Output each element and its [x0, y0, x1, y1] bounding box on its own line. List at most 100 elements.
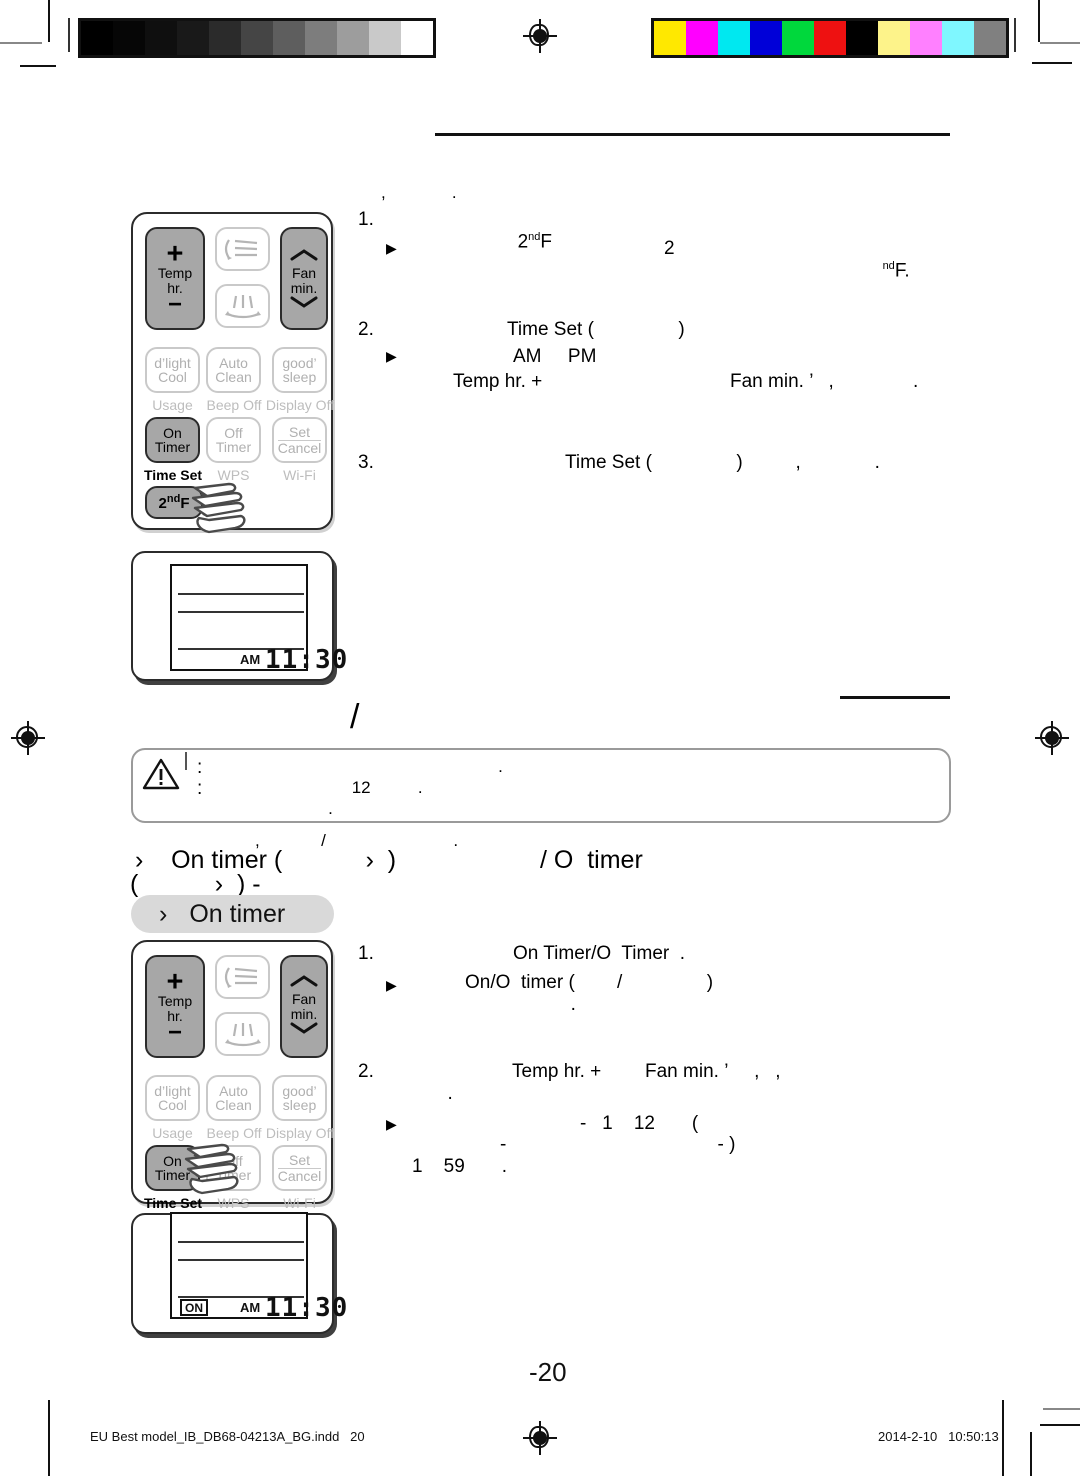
- bottom-step2-bullet-line2: - - ): [500, 1134, 736, 1155]
- remote-usage-label-2: Usage: [152, 1125, 193, 1141]
- auto-label-line1: Auto: [219, 354, 248, 371]
- remote-beep-off-label-2: Beep Off: [206, 1125, 262, 1141]
- bottom-step2-bullet-arrow: ▶: [386, 1116, 397, 1132]
- remote-usage-label: Usage: [152, 397, 193, 413]
- off-timer-label-line2-2: Timer: [215, 1167, 252, 1183]
- crop-mark-top-right-horizontal-2: [1032, 62, 1072, 64]
- top-step2-text: Time Set ( ): [507, 319, 685, 340]
- dlight-label-line2: Cool: [158, 369, 187, 385]
- remote-swing-vertical-button[interactable]: [215, 227, 270, 271]
- remote-time-set-label-2: Time Set: [143, 1195, 203, 1211]
- temp-label-line1-2: Temp: [157, 993, 193, 1010]
- remote-control-illustration-bottom: + Temp hr. − Fan min. d’light Cool Usage…: [131, 940, 334, 1210]
- remote-wps-label-2: WPS: [217, 1195, 250, 1211]
- bottom-step1-text: On Timer/O Timer .: [513, 943, 686, 964]
- good-label-line1-2: good’: [282, 1082, 317, 1099]
- section-heading-on-timer: › On timer: [131, 895, 334, 933]
- fan-down-chevron-icon: [289, 295, 319, 313]
- fan-up-chevron-icon: [289, 244, 319, 266]
- remote-swing-vertical-button-2[interactable]: [215, 955, 270, 999]
- fan-label-line2: min.: [290, 279, 318, 296]
- chip-arrow-icon: ›: [159, 899, 168, 928]
- good-label-line2: sleep: [282, 369, 317, 385]
- bottom-step2-number: 2.: [358, 1061, 374, 1082]
- remote-second-f-button[interactable]: 2ndF: [145, 486, 203, 519]
- remote-swing-horizontal-button-2[interactable]: [215, 1012, 270, 1056]
- remote-control-illustration-top: + Temp hr. − Fan min. d’light Cool Usage…: [131, 212, 334, 534]
- color-calibration-bar: [651, 18, 1009, 58]
- remote-auto-clean-button[interactable]: Auto Clean: [206, 347, 261, 393]
- second-f-label: 2ndF: [158, 492, 190, 512]
- crop-mark-top-left-horizontal-2: [20, 65, 56, 67]
- lcd-on-indicator-badge: ON: [180, 1299, 208, 1316]
- bottom-step2-bullet-line3: 1 59 .: [412, 1156, 508, 1177]
- lcd-time-value-top: 11:30: [265, 645, 349, 675]
- crop-mark-top-right-vertical: [1038, 0, 1040, 42]
- on-timer-label-line1: On: [163, 424, 182, 441]
- remote-good-sleep-button[interactable]: good’ sleep: [272, 347, 327, 393]
- remote-fan-button-2[interactable]: Fan min.: [280, 955, 328, 1058]
- remote-dlight-cool-button[interactable]: d’light Cool: [145, 347, 200, 393]
- remote-swing-horizontal-button[interactable]: [215, 284, 270, 328]
- page-number: -20: [529, 1357, 567, 1387]
- swing-vertical-icon-2: [224, 967, 257, 988]
- remote-beep-off-label: Beep Off: [206, 397, 262, 413]
- on-timer-label-line2-2: Timer: [154, 1167, 191, 1183]
- swing-horizontal-icon: [224, 295, 261, 319]
- remote-auto-clean-button-2[interactable]: Auto Clean: [206, 1075, 261, 1121]
- registration-mark-top-center: [523, 19, 557, 53]
- cancel-label: Cancel: [277, 439, 322, 456]
- crop-mark-top-left-vertical: [48, 0, 50, 42]
- temp-label-line1: Temp: [157, 265, 193, 282]
- temp-minus-label: −: [167, 290, 182, 318]
- remote-set-cancel-button-2[interactable]: Set Cancel: [272, 1145, 327, 1191]
- top-step1-text: 2ndF: [517, 231, 552, 253]
- caution-bullet-1: :: [197, 757, 203, 778]
- lcd-screen-bottom: ON AM 11:30: [170, 1212, 347, 1323]
- fan-label-line1: Fan: [291, 265, 317, 282]
- temp-plus-label: +: [166, 238, 184, 271]
- bottom-step2-right: Fan min. ’ , ,: [645, 1061, 781, 1082]
- chip-label: On timer: [189, 899, 286, 928]
- auto-label-line1-2: Auto: [219, 1082, 248, 1099]
- section-rule-mid: [840, 696, 950, 699]
- remote-temp-button-2[interactable]: + Temp hr. −: [145, 955, 205, 1058]
- mid-title-fragment: /: [350, 698, 360, 736]
- lcd-ampm-indicator-top: AM: [240, 652, 261, 667]
- top-step3-text: Time Set ( ) , .: [565, 452, 880, 473]
- swing-horizontal-icon-2: [224, 1023, 261, 1047]
- lcd-display-illustration-top: AM 11:30: [131, 551, 347, 681]
- remote-off-timer-button-2[interactable]: Off Timer: [206, 1145, 261, 1191]
- crop-mark-bottom-left-vertical: [48, 1400, 50, 1476]
- crop-mark-bottom-right-horizontal-2: [1043, 1408, 1080, 1410]
- temp-plus-label-2: +: [166, 966, 184, 999]
- off-timer-label-line1: Off: [224, 424, 243, 441]
- caution-bullet-1-text: .: [210, 757, 503, 776]
- crop-mark-top-left-bar: [68, 18, 70, 52]
- lcd-ampm-indicator-bottom: AM: [240, 1300, 261, 1315]
- caution-divider: [185, 752, 187, 770]
- top-step3-number: 3.: [358, 452, 374, 473]
- auto-label-line2-2: Clean: [215, 1097, 252, 1113]
- top-step2-number: 2.: [358, 319, 374, 340]
- swing-vertical-icon: [224, 239, 257, 260]
- fan-down-chevron-icon-2: [289, 1021, 319, 1039]
- lcd-divider-1-bottom: [178, 1241, 304, 1243]
- remote-off-timer-button[interactable]: Off Timer: [206, 417, 261, 463]
- lcd-screen-top: AM 11:30: [170, 564, 347, 675]
- remote-good-sleep-button-2[interactable]: good’ sleep: [272, 1075, 327, 1121]
- footer-timestamp: 2014-2-10 10:50:13: [878, 1429, 999, 1444]
- remote-on-timer-button-2[interactable]: On Timer: [145, 1145, 200, 1191]
- remote-set-cancel-button[interactable]: Set Cancel: [272, 417, 327, 463]
- remote-on-timer-button[interactable]: On Timer: [145, 417, 200, 463]
- crop-mark-bottom-right-edge: [1030, 1432, 1032, 1476]
- caution-bullet-2-text: 12 .: [210, 778, 423, 797]
- crop-mark-top-left-horizontal: [0, 42, 42, 44]
- registration-mark-right: [1035, 721, 1069, 755]
- remote-temp-button[interactable]: + Temp hr. −: [145, 227, 205, 330]
- remote-dlight-cool-button-2[interactable]: d’light Cool: [145, 1075, 200, 1121]
- crop-mark-top-right-horizontal: [1040, 42, 1080, 44]
- bottom-step2-bullet-text: - 1 12 (: [580, 1113, 699, 1134]
- remote-fan-button[interactable]: Fan min.: [280, 227, 328, 330]
- top-step1-bullet-tail: ndF.: [882, 260, 910, 282]
